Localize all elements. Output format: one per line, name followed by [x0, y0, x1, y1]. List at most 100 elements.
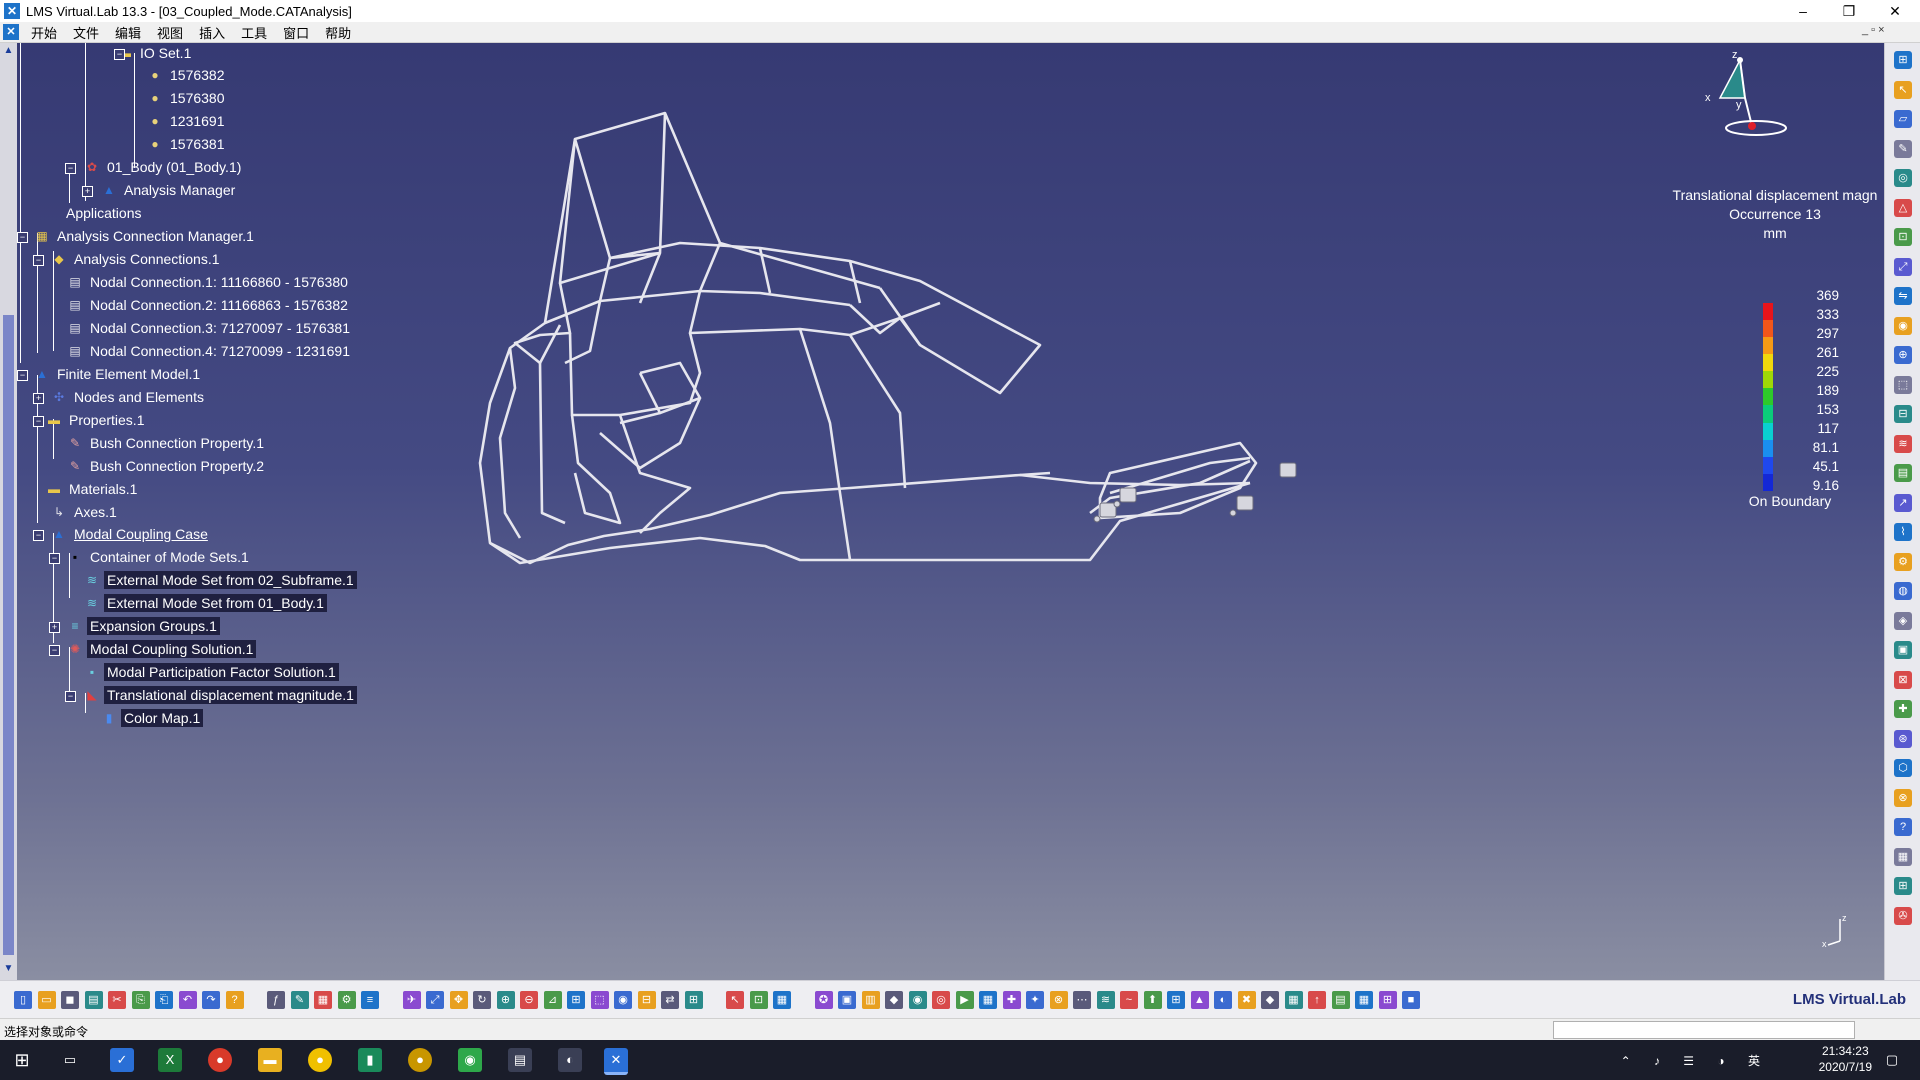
paste-icon[interactable]: ⎗	[155, 991, 173, 1009]
scroll-down-icon[interactable]: ▼	[2, 963, 15, 976]
fit-all-icon[interactable]: ⤢	[426, 991, 444, 1009]
collapse-icon[interactable]: −	[17, 232, 28, 243]
toolbar-tool-icon[interactable]: ▱	[1894, 110, 1912, 128]
animate-icon[interactable]: ▦	[979, 991, 997, 1009]
collapse-icon[interactable]: −	[17, 370, 28, 381]
link-icon[interactable]: ≋	[1096, 991, 1115, 1009]
coupling-icon[interactable]: ▲	[1190, 991, 1209, 1009]
excel-icon[interactable]: X	[158, 1048, 182, 1072]
toolbar-tool-icon[interactable]: △	[1894, 198, 1912, 217]
collapse-icon[interactable]: −	[33, 416, 44, 427]
tree-scrollbar[interactable]: ▲ ▼	[0, 43, 17, 980]
solve-icon[interactable]: ◎	[932, 991, 950, 1009]
load-icon[interactable]: ⊞	[1167, 991, 1185, 1009]
modes-icon[interactable]: ~	[1120, 991, 1138, 1009]
tree-node[interactable]: ▤ Nodal Connection.2: 11166863 - 1576382	[67, 294, 351, 316]
tree-node[interactable]: ● 1231691	[147, 110, 228, 132]
close-button[interactable]: ✕	[1872, 0, 1918, 22]
menu-tools[interactable]: 工具	[233, 23, 275, 42]
tree-node[interactable]: ▮ Color Map.1	[101, 707, 204, 729]
tree-node-label[interactable]: 01_Body (01_Body.1)	[104, 158, 244, 176]
toolbar-tool-icon[interactable]: ↖	[1894, 80, 1912, 99]
taskbar-app-icon[interactable]: ▮	[358, 1048, 382, 1072]
menu-insert[interactable]: 插入	[191, 23, 233, 42]
menu-start[interactable]: 开始	[23, 23, 65, 42]
restore-button[interactable]: ❐	[1826, 0, 1872, 22]
menu-help[interactable]: 帮助	[317, 23, 359, 42]
clock[interactable]: 21:34:23 2020/7/19	[1819, 1043, 1872, 1075]
filter-icon[interactable]: ▦	[773, 991, 791, 1009]
toolbar-tool-icon[interactable]: ⊕	[1894, 346, 1912, 364]
tree-node[interactable]: ✎ Bush Connection Property.2	[67, 455, 267, 477]
tree-node-label[interactable]: Axes.1	[71, 503, 120, 521]
ime-indicator[interactable]: 英	[1748, 1054, 1770, 1068]
tree-node-label[interactable]: Properties.1	[66, 411, 147, 429]
tree-node-label[interactable]: Modal Coupling Case	[71, 525, 211, 543]
tree-node-label[interactable]: Nodal Connection.4: 71270099 - 1231691	[87, 342, 353, 360]
tree-node[interactable]: ✺ Modal Coupling Solution.1	[67, 638, 257, 660]
render-icon[interactable]: ◉	[614, 991, 632, 1009]
result-icon[interactable]: ✖	[1237, 991, 1256, 1009]
viewport-3d[interactable]: z x y z x Translational displacement mag…	[0, 43, 1884, 980]
case-icon[interactable]: ◐	[1214, 991, 1232, 1009]
toolbar-tool-icon[interactable]: ◎	[1894, 169, 1912, 187]
tree-node-label[interactable]: Nodal Connection.3: 71270097 - 1576381	[87, 319, 353, 337]
toolbar-tool-icon[interactable]: ◉	[1894, 316, 1912, 335]
document-icon[interactable]: ✕	[3, 24, 19, 40]
zoom-in-icon[interactable]: ⊕	[496, 991, 515, 1009]
tree-node-label[interactable]: 1576381	[167, 135, 228, 153]
export-icon[interactable]: ↑	[1308, 991, 1326, 1009]
tree-node[interactable]: ▪ Container of Mode Sets.1	[67, 546, 252, 568]
delete-icon[interactable]: ◆	[1261, 991, 1279, 1009]
tree-node[interactable]: ◣ Translational displacement magnitude.1	[84, 684, 357, 706]
toolbar-tool-icon[interactable]: ▦	[1894, 847, 1912, 866]
sensor-icon[interactable]: ◉	[908, 991, 927, 1009]
redo-icon[interactable]: ↷	[202, 991, 220, 1009]
tree-node-label[interactable]: Nodal Connection.2: 11166863 - 1576382	[87, 296, 351, 314]
collapse-icon[interactable]: −	[114, 49, 125, 60]
toolbar-tool-icon[interactable]: ▣	[1894, 641, 1912, 659]
taskbar-app-icon[interactable]: ✓	[110, 1048, 134, 1072]
tree-node-label[interactable]: Materials.1	[66, 480, 140, 498]
scroll-up-icon[interactable]: ▲	[2, 45, 15, 58]
toolbar-tool-icon[interactable]: ✇	[1894, 906, 1912, 925]
system-tray[interactable]: ⌃ ♪ ☰ ◑ 英	[1621, 1052, 1770, 1069]
tree-node-label[interactable]: 1231691	[167, 112, 228, 130]
tree-node[interactable]: ▤ Nodal Connection.4: 71270099 - 1231691	[67, 340, 353, 362]
undo-icon[interactable]: ↶	[178, 991, 197, 1009]
toolbar-tool-icon[interactable]: ⤢	[1894, 257, 1912, 276]
frf-icon[interactable]: ⬆	[1143, 991, 1162, 1009]
collapse-icon[interactable]: −	[33, 530, 44, 541]
document-window-controls[interactable]: _ ▫ ×	[1862, 24, 1885, 36]
toolbar-tool-icon[interactable]: ✚	[1894, 700, 1912, 718]
minimize-button[interactable]: –	[1780, 0, 1826, 22]
table-icon[interactable]: ▦	[314, 991, 332, 1009]
image-icon[interactable]: ▶	[955, 991, 974, 1009]
command-input[interactable]	[1553, 1021, 1855, 1039]
task-view-icon[interactable]: ▭	[58, 1048, 82, 1072]
measure-icon[interactable]: ≡	[361, 991, 379, 1009]
toolbar-tool-icon[interactable]: ▤	[1894, 464, 1912, 482]
tree-node[interactable]: ● 1576380	[147, 87, 228, 109]
tree-node-label[interactable]: Modal Coupling Solution.1	[87, 640, 257, 658]
tree-node[interactable]: ≋ External Mode Set from 02_Subframe.1	[84, 569, 357, 591]
camera-icon[interactable]: ▣	[838, 991, 856, 1009]
copy-icon[interactable]: ⎘	[131, 991, 150, 1009]
tree-node-label[interactable]: Nodes and Elements	[71, 388, 207, 406]
tree-icon[interactable]: ⊞	[684, 991, 703, 1009]
tree-node-label[interactable]: Expansion Groups.1	[87, 617, 220, 635]
zoom-out-icon[interactable]: ⊖	[520, 991, 538, 1009]
tree-node-label[interactable]: Applications	[63, 204, 145, 222]
tree-node[interactable]: ● 1576381	[147, 133, 228, 155]
tree-node-label[interactable]: Nodal Connection.1: 11166860 - 1576380	[87, 273, 351, 291]
pan-icon[interactable]: ✥	[449, 991, 468, 1009]
save-icon[interactable]: ◼	[61, 991, 79, 1009]
tree-node[interactable]: ▲ Modal Coupling Case	[51, 523, 211, 545]
rotate-icon[interactable]: ↻	[473, 991, 491, 1009]
toolbar-tool-icon[interactable]: ◍	[1894, 582, 1912, 600]
menu-file[interactable]: 文件	[65, 23, 107, 42]
snap-icon[interactable]: ⊡	[749, 991, 768, 1009]
tree-node-label[interactable]: 1576380	[167, 89, 228, 107]
tree-node-label[interactable]: Translational displacement magnitude.1	[104, 686, 357, 704]
tree-node-label[interactable]: 1576382	[167, 66, 228, 84]
